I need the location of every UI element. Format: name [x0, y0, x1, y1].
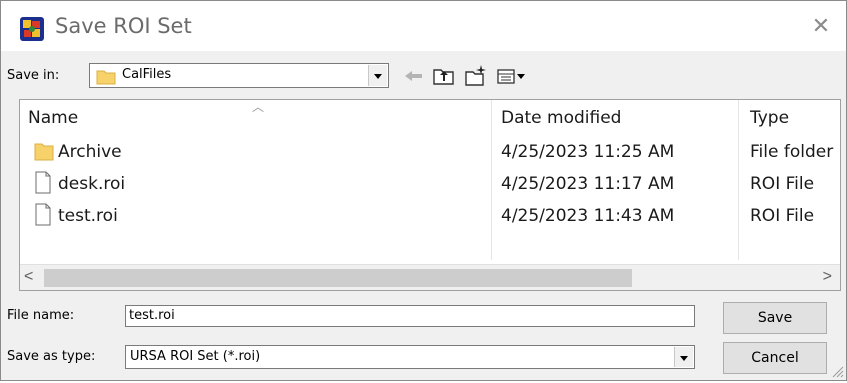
save-type-label: Save as type: — [7, 349, 96, 364]
file-list[interactable]: ︿ Name Date modified Type Archive 4/25/2… — [19, 99, 841, 291]
back-arrow-icon[interactable] — [401, 63, 427, 89]
file-type: ROI File — [750, 206, 815, 226]
up-folder-icon[interactable] — [431, 63, 457, 89]
file-name-input[interactable]: test.roi — [125, 305, 695, 327]
column-header-name[interactable]: Name — [28, 108, 78, 128]
file-name-label: File name: — [7, 308, 75, 323]
scroll-left-arrow[interactable]: < — [24, 268, 33, 286]
file-icon — [34, 171, 52, 194]
file-date: 4/25/2023 11:43 AM — [501, 206, 675, 226]
list-item[interactable]: desk.roi 4/25/2023 11:17 AM ROI File — [20, 168, 840, 199]
file-type: ROI File — [750, 174, 815, 194]
dialog-title: Save ROI Set — [55, 14, 192, 38]
view-menu-icon[interactable] — [495, 63, 529, 89]
close-button[interactable]: ✕ — [807, 13, 835, 41]
horizontal-scrollbar[interactable]: < > — [20, 264, 840, 290]
file-date: 4/25/2023 11:25 AM — [501, 142, 675, 162]
file-date: 4/25/2023 11:17 AM — [501, 174, 675, 194]
chevron-down-icon[interactable] — [368, 65, 387, 86]
cancel-button[interactable]: Cancel — [723, 342, 827, 374]
column-header-date[interactable]: Date modified — [501, 108, 621, 128]
file-name: desk.roi — [58, 174, 126, 194]
file-name: Archive — [58, 142, 122, 162]
file-name: test.roi — [58, 206, 118, 226]
save-roi-dialog: Save ROI Set ✕ Save in: CalFiles ︿ Name … — [0, 0, 847, 381]
chevron-down-icon[interactable] — [674, 347, 693, 367]
resize-grip-icon[interactable] — [830, 364, 844, 378]
save-in-label: Save in: — [7, 68, 60, 83]
save-type-combo[interactable]: URSA ROI Set (*.roi) — [125, 345, 695, 369]
list-item[interactable]: test.roi 4/25/2023 11:43 AM ROI File — [20, 200, 840, 231]
save-type-value: URSA ROI Set (*.roi) — [130, 349, 261, 364]
folder-icon — [96, 66, 116, 91]
save-button[interactable]: Save — [723, 302, 827, 334]
file-type: File folder — [750, 142, 834, 162]
app-icon — [19, 16, 45, 42]
folder-icon — [34, 139, 54, 162]
scroll-thumb[interactable] — [44, 269, 632, 287]
scroll-right-arrow[interactable]: > — [823, 268, 832, 286]
list-item[interactable]: Archive 4/25/2023 11:25 AM File folder — [20, 136, 840, 167]
new-folder-icon[interactable] — [463, 63, 489, 89]
title-bar[interactable]: Save ROI Set ✕ — [1, 1, 846, 51]
sort-ascending-icon: ︿ — [252, 100, 265, 114]
file-icon — [34, 203, 52, 226]
save-in-value: CalFiles — [122, 67, 172, 82]
column-header-type[interactable]: Type — [750, 108, 789, 128]
save-in-combo[interactable]: CalFiles — [89, 63, 389, 88]
